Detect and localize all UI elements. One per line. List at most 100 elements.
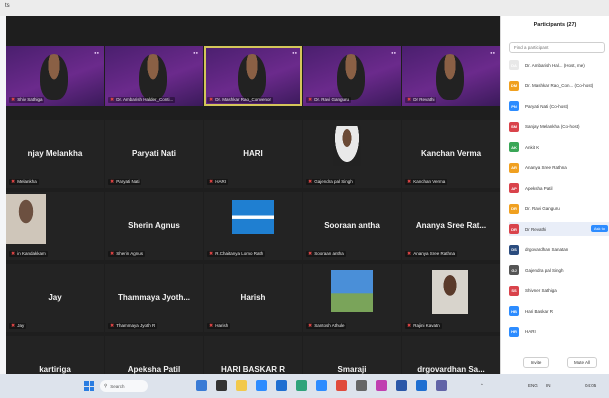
tile-display-name: njay Melankha: [27, 148, 83, 158]
tray-language[interactable]: ENG: [528, 383, 538, 388]
participant-avatar: SS: [509, 285, 519, 296]
tile-name-label: ✖ HARI: [207, 179, 228, 185]
video-tile[interactable]: Thammaya Jyoth... ✖ Thammaya Jyoth R: [105, 264, 203, 332]
photos-icon[interactable]: [376, 380, 387, 391]
participant-avatar: AK: [509, 142, 519, 152]
mic-muted-icon: ✖: [308, 251, 313, 257]
profile-photo: [6, 194, 46, 244]
video-tile[interactable]: ●● ✖ Dr. Ambarish Halder_Conti...: [105, 46, 203, 106]
video-tile[interactable]: ✖ R.Chaitanya Lomo Rath: [204, 192, 302, 260]
participant-row[interactable]: AP Apeksha Patil: [509, 181, 609, 195]
video-tile[interactable]: ✖ Santosh Athule: [303, 264, 401, 332]
mic-muted-icon: ✖: [407, 97, 412, 103]
participant-avatar: PN: [509, 101, 519, 111]
participant-row[interactable]: DS drgovardhan Sanatan: [509, 243, 609, 257]
participant-search-input[interactable]: [509, 42, 605, 53]
tile-display-name: Apeksha Patil: [127, 364, 181, 374]
participant-name: Ananya Sree Rathna: [525, 165, 567, 170]
video-tile[interactable]: Harish ✖ Harish: [204, 264, 302, 332]
tile-display-name: Harish: [240, 292, 266, 302]
mail-icon[interactable]: [276, 380, 287, 391]
video-tile[interactable]: Kanchan Verma ✖ Kanchan Verma: [402, 120, 500, 188]
taskbar-search-box[interactable]: ⚲ Search: [100, 380, 148, 392]
video-tile[interactable]: HARI BASKAR R✖HARI BASKAR R: [204, 336, 302, 374]
participant-video: [139, 54, 167, 100]
participant-row[interactable]: SM Sanjay Melankha (Co-host): [509, 120, 609, 134]
mic-muted-icon: ✖: [209, 97, 214, 103]
outlook-icon[interactable]: [416, 380, 427, 391]
video-tile[interactable]: ✖ Gajendra pal Singh: [303, 120, 401, 188]
participant-row[interactable]: PN Paryati Nati (Co-host): [509, 99, 609, 113]
profile-photo: [331, 270, 373, 312]
participant-row[interactable]: DA Dr. Ambarish Hal... (Host, me): [509, 58, 609, 72]
mic-muted-icon: ✖: [11, 97, 16, 103]
participant-name: HARI: [525, 329, 536, 334]
file-explorer-icon[interactable]: [236, 380, 247, 391]
chrome-browser-icon[interactable]: [336, 380, 347, 391]
video-tile[interactable]: ●● ✖ Shiv Sathiga: [6, 46, 104, 106]
mic-muted-icon: ✖: [209, 323, 214, 329]
windows-start-icon[interactable]: [84, 381, 94, 391]
teams-icon[interactable]: [436, 380, 447, 391]
zoom-icon[interactable]: [316, 380, 327, 391]
invite-button[interactable]: Invite: [523, 357, 549, 368]
participant-avatar: DA: [509, 60, 519, 70]
video-tile[interactable]: ●● ✖ Dr. Ravi Ganguru: [303, 46, 401, 106]
tile-label-text: Paryati Nati: [116, 179, 140, 184]
participant-row[interactable]: GJ Gajendra pal Singh: [509, 263, 609, 277]
video-tile[interactable]: njay Melankha ✖ Melankha: [6, 120, 104, 188]
tile-name-label: ✖ Harish: [207, 323, 231, 329]
video-tile[interactable]: Smaraji✖Smaraji: [303, 336, 401, 374]
ask-to-unmute-button[interactable]: Ask to: [590, 225, 608, 232]
brand-logo-icon: ●●: [391, 50, 396, 55]
word-icon[interactable]: [396, 380, 407, 391]
tile-label-text: Harish: [215, 323, 229, 328]
participants-panel: Participants (27) DA Dr. Ambarish Hal... …: [500, 16, 609, 374]
video-tile[interactable]: ✖ in Kandakkam: [6, 192, 104, 260]
edge-browser-icon[interactable]: [296, 380, 307, 391]
tile-label-text: Ananya Sree Rathna: [413, 251, 455, 256]
taskbar-clock[interactable]: 04:05: [585, 383, 596, 388]
video-tile[interactable]: kartiriga✖kartiriga: [6, 336, 104, 374]
tile-label-text: Rajini Kavatn: [413, 323, 440, 328]
participant-row[interactable]: DM Dr. Mashkar Rao_Con... (Co-host): [509, 79, 609, 93]
settings-icon[interactable]: [356, 380, 367, 391]
widgets-icon[interactable]: [196, 380, 207, 391]
tile-label-text: Jay: [17, 323, 25, 328]
tile-name-label: ✖ Sooraan antha: [306, 251, 346, 257]
tile-name-label: ✖ Gajendra pal Singh: [306, 179, 355, 185]
tray-region[interactable]: IN: [546, 383, 551, 388]
participant-video: [238, 54, 266, 100]
mic-muted-icon: ✖: [407, 323, 412, 329]
participant-name: Dr Revathi: [525, 226, 547, 232]
video-tile[interactable]: Jay ✖ Jay: [6, 264, 104, 332]
task-view-icon[interactable]: [216, 380, 227, 391]
video-tile[interactable]: drgovardhan Sa...✖drgovardhan Sanatan: [402, 336, 500, 374]
tile-name-label: ✖ R.Chaitanya Lomo Rath: [207, 251, 266, 257]
zoom-meeting-window: ts ●● ✖ Shiv Sathiga ●● ✖ Dr. Ambarish Halder…: [0, 0, 609, 398]
video-tile[interactable]: ●● ✖ Dr. Mashkar Rao_Convenor: [204, 46, 302, 106]
mute-all-button[interactable]: Mute All: [567, 357, 597, 368]
video-tile[interactable]: Sooraan antha ✖ Sooraan antha: [303, 192, 401, 260]
store-icon[interactable]: [256, 380, 267, 391]
participant-row[interactable]: HB Hari Baskar R: [509, 304, 609, 318]
participant-row[interactable]: DR Dr. Ravi Ganguru: [509, 202, 609, 216]
participant-row[interactable]: SS Shivner Sathiga: [509, 284, 609, 298]
video-tile[interactable]: ●● ✖ Dr Revathi: [402, 46, 500, 106]
participant-name: Ankit K: [525, 144, 540, 150]
participants-title: Participants (27): [533, 22, 577, 28]
video-tile[interactable]: Paryati Nati ✖ Paryati Nati: [105, 120, 203, 188]
tray-chevron-icon[interactable]: ⌃: [480, 383, 484, 389]
participant-row[interactable]: AR Ananya Sree Rathna: [509, 161, 609, 175]
participant-row[interactable]: DR Dr Revathi Ask to: [509, 222, 609, 236]
participant-row[interactable]: AK Ankit K: [509, 140, 609, 154]
video-tile[interactable]: Apeksha Patil✖Apeksha Patil: [105, 336, 203, 374]
participant-video: [40, 54, 68, 100]
participant-name: Apeksha Patil: [525, 185, 553, 191]
video-tile[interactable]: Ananya Sree Rat... ✖ Ananya Sree Rathna: [402, 192, 500, 260]
video-tile[interactable]: ✖ Rajini Kavatn: [402, 264, 500, 332]
participant-avatar: DS: [509, 244, 519, 255]
video-tile[interactable]: HARI ✖ HARI: [204, 120, 302, 188]
participant-row[interactable]: HR HARI: [509, 325, 609, 339]
video-tile[interactable]: Sherin Agnus ✖ Sherin Agnus: [105, 192, 203, 260]
